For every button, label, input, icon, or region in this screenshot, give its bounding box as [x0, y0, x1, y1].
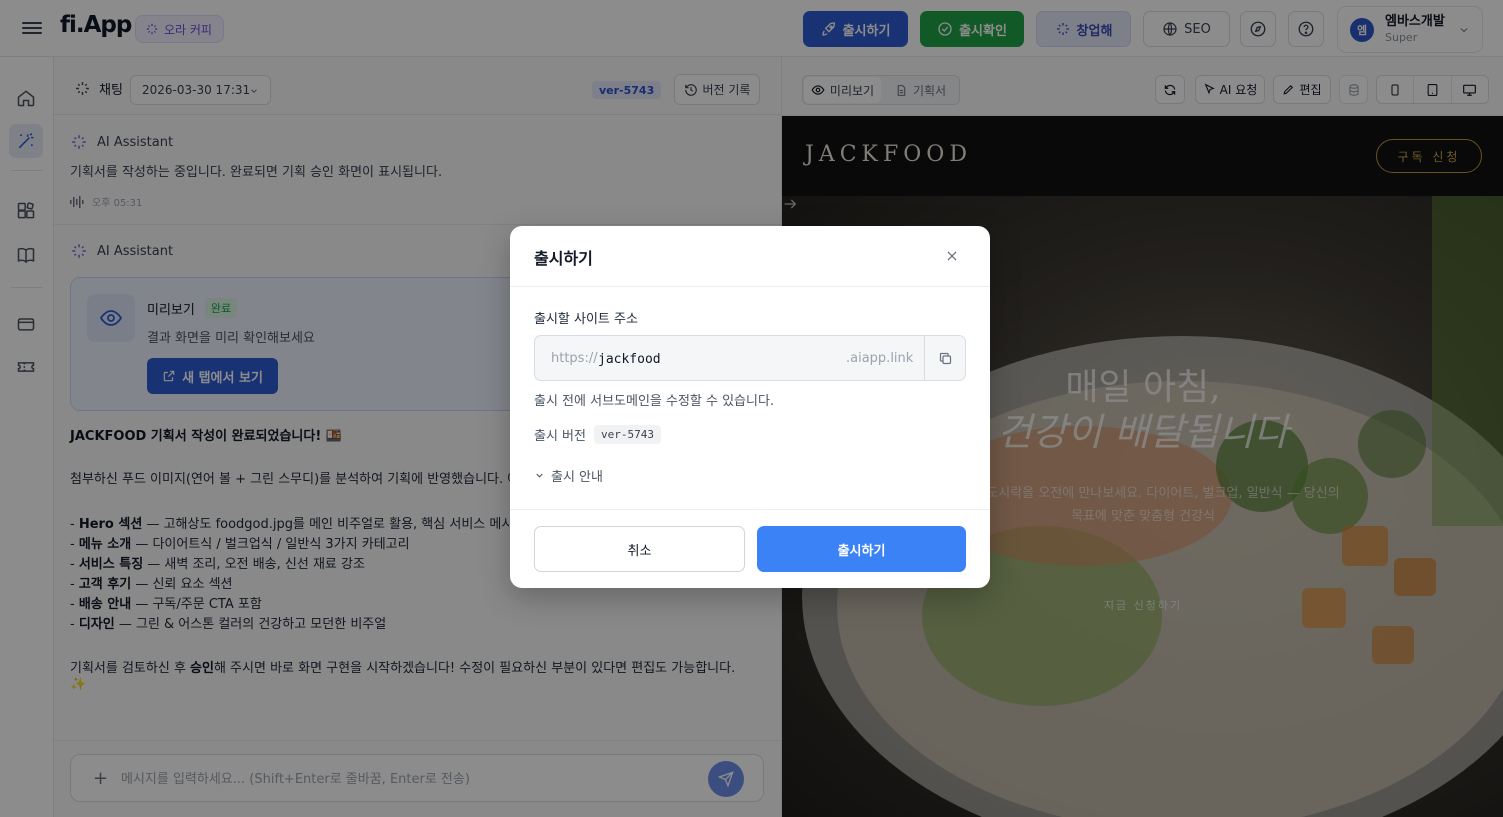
site-url-label: 출시할 사이트 주소: [534, 312, 638, 327]
publish-version-row: 출시 버전 ver-5743: [534, 425, 661, 444]
close-icon: [947, 251, 957, 261]
publish-guide-toggle[interactable]: 출시 안내: [534, 466, 603, 485]
close-button[interactable]: [942, 246, 962, 266]
site-url-field: https:// .aiapp.link: [534, 335, 966, 381]
subdomain-input[interactable]: [598, 348, 838, 370]
cancel-button[interactable]: 취소: [534, 526, 745, 572]
chevron-down-icon: [536, 473, 543, 478]
version-chip: ver-5743: [593, 425, 661, 444]
url-suffix: .aiapp.link: [846, 351, 914, 366]
publish-dialog: 출시하기 출시할 사이트 주소 https:// .aiapp.link 출시 …: [510, 226, 990, 588]
url-prefix: https://: [551, 351, 598, 366]
copy-url-button[interactable]: [924, 336, 966, 380]
copy-icon: [939, 352, 952, 364]
dialog-title: 출시하기: [534, 249, 593, 268]
confirm-publish-button[interactable]: 출시하기: [757, 526, 966, 572]
subdomain-help-text: 출시 전에 서브도메인을 수정할 수 있습니다.: [534, 394, 775, 409]
